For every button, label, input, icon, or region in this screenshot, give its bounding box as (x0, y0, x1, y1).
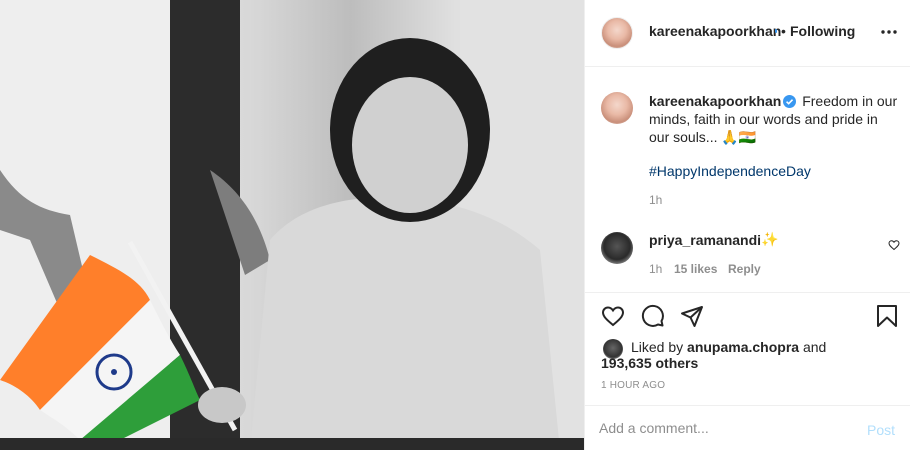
post-comment-button[interactable]: Post (867, 422, 895, 438)
liked-by-user[interactable]: anupama.chopra (687, 339, 799, 355)
follow-separator: • (781, 23, 786, 39)
likes-count[interactable]: 193,635 others (601, 355, 698, 371)
railing (0, 438, 584, 450)
caption-time[interactable]: 1h (649, 193, 662, 207)
more-horizontal-icon[interactable] (879, 24, 899, 40)
following-button[interactable]: Following (790, 23, 855, 39)
hashtag-link[interactable]: #HappyIndependenceDay (649, 163, 811, 179)
post-photo[interactable] (0, 0, 584, 450)
share-icon[interactable] (680, 304, 704, 328)
post-timestamp[interactable]: 1 HOUR AGO (601, 380, 665, 391)
story-indicator-icon (775, 29, 777, 33)
add-comment-box: Post (585, 405, 910, 450)
commenter-avatar[interactable] (601, 232, 633, 264)
post-caption: kareenakapoorkhan Freedom in our minds, … (649, 92, 899, 146)
caption-author-avatar[interactable] (601, 92, 633, 124)
comment-time[interactable]: 1h (649, 262, 662, 276)
post-header: kareenakapoorkhan • Following (585, 0, 910, 67)
caption-emoji: 🙏🇮🇳 (721, 129, 757, 145)
comment-reply-button[interactable]: Reply (728, 262, 761, 276)
comment-text: ✨ (761, 231, 779, 247)
comment-likes[interactable]: 15 likes (674, 262, 717, 276)
liked-by-prefix: Liked by (631, 339, 684, 355)
liked-by-line: Liked by anupama.chopra and (631, 338, 826, 356)
comment-like-heart-icon[interactable] (888, 239, 900, 251)
photo-illustration (0, 0, 584, 450)
child-kurta (250, 197, 560, 450)
child-face (352, 77, 468, 213)
heart-icon[interactable] (601, 304, 625, 328)
author-username[interactable]: kareenakapoorkhan (649, 23, 781, 39)
comment-input[interactable] (599, 420, 849, 436)
verified-badge-icon (783, 95, 797, 108)
bookmark-icon[interactable] (875, 304, 899, 328)
comment-icon[interactable] (641, 304, 665, 328)
child-hand (198, 387, 246, 423)
caption-username[interactable]: kareenakapoorkhan (649, 93, 781, 109)
post-modal: kareenakapoorkhan • Following kareenakap… (0, 0, 910, 450)
liked-by-and: and (802, 339, 827, 355)
comment-username[interactable]: priya_ramanandi (649, 232, 761, 248)
post-actions-bar (585, 292, 910, 332)
post-side-panel: kareenakapoorkhan • Following kareenakap… (584, 0, 910, 450)
author-avatar[interactable] (601, 17, 633, 49)
